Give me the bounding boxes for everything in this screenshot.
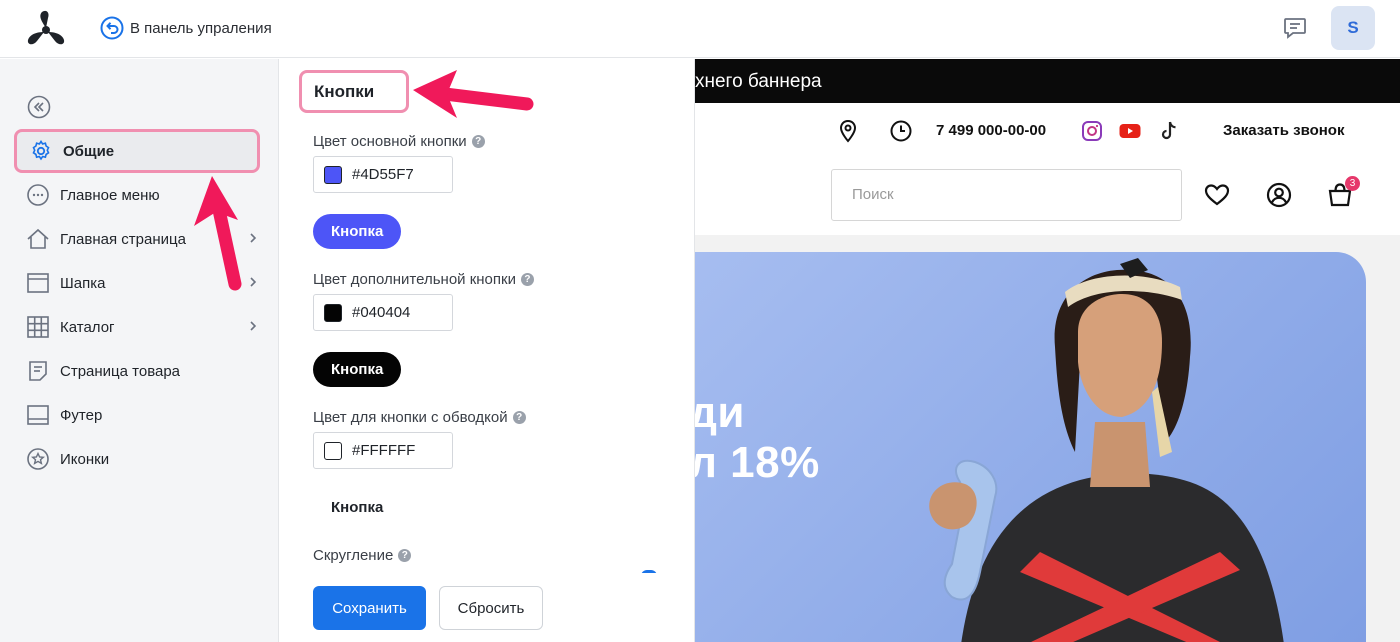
section-title: Кнопки xyxy=(299,70,409,113)
header-layout-icon xyxy=(27,273,49,293)
footer-layout-icon xyxy=(27,405,49,425)
secondary-color-label-text: Цвет дополнительной кнопки xyxy=(313,271,516,288)
primary-color-label: Цвет основной кнопки ? xyxy=(313,133,485,150)
secondary-button-preview[interactable]: Кнопка xyxy=(313,352,402,387)
instagram-icon[interactable] xyxy=(1080,119,1104,143)
search-input[interactable]: Поиск xyxy=(831,169,1182,221)
cart-count-badge: 3 xyxy=(1345,176,1360,191)
sidebar-item-label: Иконки xyxy=(60,450,110,468)
outline-color-value: #FFFFFF xyxy=(352,442,416,459)
color-swatch[interactable] xyxy=(324,303,342,322)
banner-model-photo xyxy=(929,258,1284,642)
store-phone[interactable]: 7 499 000-00-00 xyxy=(936,122,1046,139)
sidebar-item-label: Каталог xyxy=(60,318,115,336)
buttons-settings-panel: Кнопки Цвет основной кнопки ? #4D55F7 Кн… xyxy=(279,59,695,642)
hero-banner[interactable]: ди л 18% xyxy=(695,252,1366,642)
secondary-color-field[interactable]: #040404 xyxy=(313,294,453,331)
sidebar-nav: Общие Главное меню Главная страница Шапк… xyxy=(14,129,260,481)
brand-logo[interactable] xyxy=(24,8,68,48)
primary-button-preview[interactable]: Кнопка xyxy=(313,214,402,249)
sidebar-item-label: Футер xyxy=(60,406,103,424)
account-icon[interactable] xyxy=(1265,181,1293,209)
storefront-preview: хнего баннера 7 499 000-00-00 Заказать з… xyxy=(695,59,1400,642)
star-circle-icon xyxy=(27,448,49,470)
document-icon xyxy=(29,361,47,381)
secondary-color-value: #040404 xyxy=(352,304,411,321)
reset-button[interactable]: Сбросить xyxy=(439,586,543,630)
outline-color-label: Цвет для кнопки с обводкой ? xyxy=(313,409,526,426)
search-row: Поиск 3 xyxy=(695,159,1400,235)
sidebar-item-product-page[interactable]: Страница товара xyxy=(14,349,260,393)
rounding-label: Скругление ? xyxy=(313,547,412,564)
primary-color-field[interactable]: #4D55F7 xyxy=(313,156,453,193)
collapse-sidebar-icon[interactable] xyxy=(27,95,51,119)
contact-row: 7 499 000-00-00 Заказать звонок xyxy=(695,103,1400,159)
color-swatch[interactable] xyxy=(324,165,342,184)
outline-color-field[interactable]: #FFFFFF xyxy=(313,432,453,469)
help-icon[interactable]: ? xyxy=(512,411,526,424)
promo-banner-bar: хнего баннера xyxy=(695,59,1400,103)
sidebar-item-label: Страница товара xyxy=(60,362,181,380)
sidebar-item-label: Главное меню xyxy=(60,186,160,204)
help-icon[interactable]: ? xyxy=(471,135,485,148)
sidebar-item-main-menu[interactable]: Главное меню xyxy=(14,173,260,217)
sidebar-item-catalog[interactable]: Каталог xyxy=(14,305,260,349)
undo-circle-icon xyxy=(100,16,124,40)
back-to-dashboard-link[interactable]: В панель упраления xyxy=(100,16,272,40)
chevron-right-icon xyxy=(250,277,257,287)
dots-circle-icon xyxy=(27,184,49,206)
chevron-right-icon xyxy=(250,321,257,331)
gear-icon xyxy=(32,140,50,161)
tiktok-icon[interactable] xyxy=(1157,119,1181,143)
callback-link[interactable]: Заказать звонок xyxy=(1223,122,1344,139)
sidebar-item-label: Шапка xyxy=(60,274,106,292)
location-pin-icon[interactable] xyxy=(836,119,860,143)
clock-icon[interactable] xyxy=(889,119,913,143)
sidebar-item-home-page[interactable]: Главная страница xyxy=(14,217,260,261)
primary-color-value: #4D55F7 xyxy=(352,166,414,183)
save-button[interactable]: Сохранить xyxy=(313,586,426,630)
chat-icon[interactable] xyxy=(1282,15,1308,41)
settings-sidebar: Общие Главное меню Главная страница Шапк… xyxy=(0,59,279,642)
rounding-label-text: Скругление xyxy=(313,547,394,564)
secondary-color-label: Цвет дополнительной кнопки ? xyxy=(313,271,534,288)
panel-footer: Сохранить Сбросить xyxy=(279,573,693,642)
back-link-label: В панель упраления xyxy=(130,19,272,37)
user-avatar[interactable]: S xyxy=(1331,6,1375,50)
banner-headline-line1: ди xyxy=(695,388,745,437)
sidebar-item-icons[interactable]: Иконки xyxy=(14,437,260,481)
sidebar-item-footer[interactable]: Футер xyxy=(14,393,260,437)
help-icon[interactable]: ? xyxy=(520,273,534,286)
banner-headline-line2: л 18% xyxy=(695,438,820,487)
chevron-right-icon xyxy=(250,233,257,243)
sidebar-item-general[interactable]: Общие xyxy=(14,129,260,173)
primary-color-label-text: Цвет основной кнопки xyxy=(313,133,467,150)
color-swatch[interactable] xyxy=(324,441,342,460)
heart-icon[interactable] xyxy=(1203,181,1231,209)
outline-color-label-text: Цвет для кнопки с обводкой xyxy=(313,409,508,426)
home-icon xyxy=(27,228,49,249)
sidebar-item-label: Общие xyxy=(63,142,115,160)
outline-button-preview[interactable]: Кнопка xyxy=(313,490,402,525)
youtube-icon[interactable] xyxy=(1118,119,1142,143)
sidebar-item-label: Главная страница xyxy=(60,230,186,248)
help-icon[interactable]: ? xyxy=(398,549,412,562)
grid-icon xyxy=(27,316,49,338)
sidebar-item-header[interactable]: Шапка xyxy=(14,261,260,305)
top-bar: В панель упраления S xyxy=(0,0,1400,58)
